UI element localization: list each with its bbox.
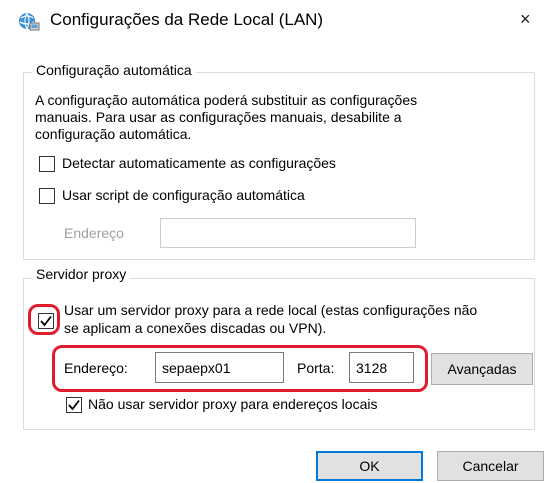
checkmark-icon (40, 315, 52, 327)
checkmark-icon (68, 399, 80, 411)
proxy-address-label: Endereço: (64, 360, 128, 376)
detect-settings-checkbox[interactable] (39, 156, 55, 172)
cancel-button[interactable]: Cancelar (437, 451, 544, 481)
auto-script-label[interactable]: Usar script de configuração automática (62, 187, 305, 203)
use-proxy-label-2[interactable]: se aplicam a conexões discadas ou VPN). (64, 320, 326, 336)
auto-config-description-2: manuais. Para usar as configurações manu… (35, 109, 402, 125)
auto-config-legend: Configuração automática (32, 62, 196, 78)
window-title: Configurações da Rede Local (LAN) (50, 10, 324, 29)
proxy-legend: Servidor proxy (32, 266, 131, 282)
close-icon[interactable]: × (520, 9, 531, 30)
auto-config-description-3: configuração automática. (35, 126, 192, 142)
ok-button[interactable]: OK (316, 451, 423, 481)
auto-config-description-1: A configuração automática poderá substit… (35, 92, 418, 108)
use-proxy-label-1[interactable]: Usar um servidor proxy para a rede local… (64, 302, 477, 318)
use-proxy-checkbox[interactable] (38, 313, 54, 329)
title-bar: Configurações da Rede Local (LAN) × (0, 0, 545, 44)
detect-settings-label[interactable]: Detectar automaticamente as configuraçõe… (62, 155, 336, 171)
network-globe-icon (18, 12, 40, 32)
proxy-address-input[interactable] (155, 352, 284, 383)
auto-script-checkbox[interactable] (39, 188, 55, 204)
script-address-label: Endereço (64, 225, 124, 241)
proxy-port-label: Porta: (297, 360, 335, 376)
bypass-local-checkbox[interactable] (66, 397, 82, 413)
script-address-input[interactable] (160, 218, 416, 248)
proxy-port-input[interactable] (349, 352, 414, 383)
bypass-local-label[interactable]: Não usar servidor proxy para endereços l… (88, 396, 377, 412)
advanced-button[interactable]: Avançadas (431, 353, 533, 385)
